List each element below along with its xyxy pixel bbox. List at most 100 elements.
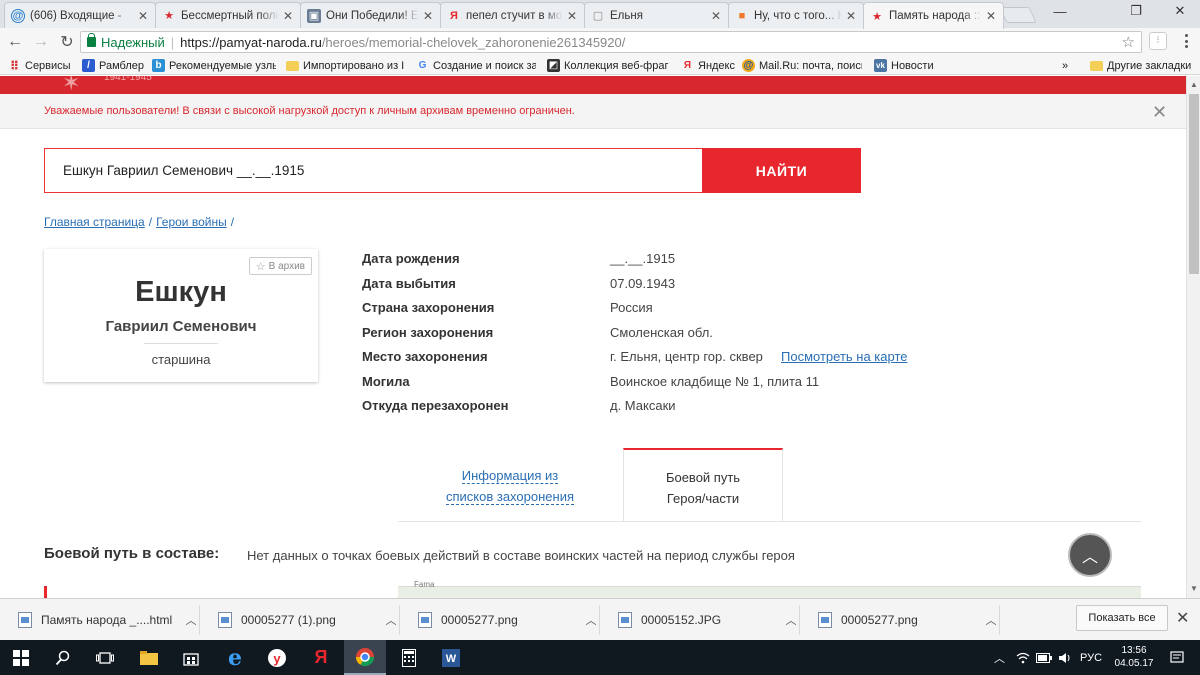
scroll-up-arrow-icon[interactable]: ▲	[1187, 78, 1200, 92]
detail-label: Откуда перезахоронен	[362, 398, 509, 413]
download-item[interactable]: Память народа _....html ︿	[18, 605, 200, 635]
bookmark-news[interactable]: vk Новости	[874, 58, 934, 73]
notifications-icon[interactable]	[1170, 640, 1184, 675]
browser-tab-pamyat-naroda[interactable]: ★ Память народа :: Д ✕	[863, 2, 1004, 29]
scrollbar-thumb[interactable]	[1189, 94, 1199, 274]
windows-taskbar: e y Я W ︿ РУС 13:56 04.05.17	[0, 640, 1200, 675]
image-file-icon	[218, 612, 232, 628]
download-item[interactable]: 00005277.png ︿	[418, 605, 600, 635]
address-bar[interactable]: Надежный | https://pamyat-naroda.ru/hero…	[80, 31, 1142, 53]
file-explorer-icon[interactable]	[128, 640, 170, 675]
chevron-up-icon[interactable]: ︿	[183, 612, 199, 628]
tab-title: Память народа :: Д	[889, 10, 982, 22]
breadcrumb-home[interactable]: Главная страница	[44, 215, 145, 229]
close-icon[interactable]: ✕	[845, 9, 857, 23]
show-hidden-icons[interactable]: ︿	[994, 640, 1005, 675]
browser-tab-immortal-regiment[interactable]: ★ Бессмертный полк ✕	[155, 2, 301, 28]
new-tab-button[interactable]	[999, 7, 1037, 23]
detail-label: Страна захоронения	[362, 300, 495, 315]
back-button[interactable]: ←	[4, 31, 26, 53]
other-bookmarks[interactable]: Другие закладки	[1090, 58, 1191, 73]
download-item[interactable]: 00005277 (1).png ︿	[218, 605, 400, 635]
network-icon[interactable]	[1016, 640, 1030, 675]
bing-icon: b	[152, 59, 165, 72]
close-icon[interactable]: ✕	[566, 9, 578, 23]
task-view-icon[interactable]	[84, 640, 126, 675]
windows-start-icon[interactable]	[0, 640, 42, 675]
tab-combat-path[interactable]: Боевой путь Героя/части	[623, 448, 783, 522]
show-on-map-link[interactable]: Посмотреть на карте	[781, 349, 907, 364]
bookmark-imported-ie[interactable]: Импортировано из IE	[286, 58, 404, 73]
chrome-icon[interactable]	[344, 640, 386, 675]
bookmark-star-icon[interactable]: ☆	[1122, 33, 1135, 51]
bookmark-label: Рекомендуемые узлы	[169, 59, 276, 72]
search-button[interactable]: НАЙТИ	[702, 148, 861, 193]
tab-burial-lists[interactable]: Информация из списков захоронения	[420, 465, 600, 507]
url-host: https://pamyat-naroda.ru	[180, 34, 322, 50]
bookmark-rambler[interactable]: / Рамблер	[82, 58, 144, 73]
search-icon[interactable]	[42, 640, 84, 675]
volume-icon[interactable]	[1058, 640, 1072, 675]
bookmark-yandex[interactable]: Я Яндекс	[681, 58, 735, 73]
bookmark-recommended[interactable]: b Рекомендуемые узлы	[152, 58, 276, 73]
browser-tab-so-what[interactable]: ■ Ну, что с того... Ю ✕	[728, 2, 864, 28]
close-icon[interactable]: ✕	[985, 9, 997, 23]
add-to-archive-button[interactable]: ☆ В архив	[248, 257, 312, 275]
breadcrumb-separator: /	[230, 215, 235, 229]
page-scrollbar[interactable]: ▲ ▼	[1186, 76, 1200, 598]
minimize-button[interactable]: —	[1040, 0, 1080, 22]
scroll-to-top-button[interactable]: ︿	[1068, 533, 1112, 577]
restore-button[interactable]: ❐	[1116, 0, 1156, 22]
chevron-up-icon[interactable]: ︿	[583, 612, 599, 628]
calculator-icon[interactable]	[388, 640, 430, 675]
yandex-browser-icon[interactable]: y	[256, 640, 298, 675]
tab-burial-lists-line1: Информация из	[461, 468, 559, 484]
yandex-icon[interactable]: Я	[300, 640, 342, 675]
extension-icon[interactable]: ⁝	[1149, 32, 1167, 50]
forward-button[interactable]: →	[30, 31, 52, 53]
detail-value: Россия	[610, 300, 653, 315]
browser-tab-they-won[interactable]: ▣ Они Победили! Ел ✕	[300, 2, 441, 28]
site-logo-star-icon[interactable]: ✶	[62, 76, 90, 95]
show-all-downloads-button[interactable]: Показать все	[1076, 605, 1168, 631]
download-item[interactable]: 00005277.png ︿	[818, 605, 1000, 635]
language-indicator[interactable]: РУС	[1080, 640, 1102, 675]
close-icon[interactable]: ✕	[1176, 608, 1189, 628]
detail-value: д. Максаки	[610, 398, 676, 413]
chevron-up-icon[interactable]: ︿	[983, 612, 999, 628]
battery-icon[interactable]	[1036, 640, 1052, 675]
store-icon[interactable]	[170, 640, 212, 675]
close-icon[interactable]: ✕	[422, 9, 434, 23]
breadcrumb-war-heroes[interactable]: Герои войны	[156, 215, 227, 229]
word-icon[interactable]: W	[430, 640, 472, 675]
search-input[interactable]: Ешкун Гавриил Семенович __.__.1915	[44, 148, 702, 193]
close-window-button[interactable]: ✕	[1160, 0, 1200, 22]
scroll-down-arrow-icon[interactable]: ▼	[1187, 582, 1200, 596]
bookmark-mailru[interactable]: @ Mail.Ru: почта, поиск	[742, 58, 862, 73]
download-item[interactable]: 00005152.JPG ︿	[618, 605, 800, 635]
bookmark-services[interactable]: ⠿ Сервисы	[8, 58, 71, 73]
browser-tab-yelnya[interactable]: ▢ Ельня ✕	[584, 2, 729, 28]
breadcrumb: Главная страница / Герои войны /	[44, 215, 238, 229]
reload-button[interactable]: ↻	[56, 31, 78, 53]
map-view[interactable]	[398, 586, 1141, 598]
download-name: 00005277 (1).png	[241, 613, 336, 627]
folder-icon	[286, 60, 299, 71]
bookmarks-overflow-button[interactable]: »	[1062, 58, 1068, 73]
bookmark-google-create[interactable]: G Создание и поиск за	[416, 58, 536, 73]
bookmark-label: Новости	[891, 59, 934, 72]
close-icon[interactable]: ✕	[710, 9, 722, 23]
bookmark-web-slices[interactable]: ◩ Коллекция веб-фраг	[547, 58, 671, 73]
clock[interactable]: 13:56 04.05.17	[1110, 644, 1158, 670]
close-icon[interactable]: ✕	[1152, 102, 1167, 123]
chevron-up-icon[interactable]: ︿	[383, 612, 399, 628]
hero-rank: старшина	[151, 352, 211, 367]
edge-icon[interactable]: e	[214, 640, 256, 675]
close-icon[interactable]: ✕	[282, 9, 294, 23]
close-icon[interactable]: ✕	[137, 9, 149, 23]
browser-tab-inbox[interactable]: @ (606) Входящие - ✕	[4, 2, 156, 28]
detail-label: Дата рождения	[362, 251, 460, 266]
browser-tab-ashes[interactable]: Я пепел стучит в мо ✕	[440, 2, 585, 28]
browser-menu-icon[interactable]	[1178, 33, 1194, 49]
chevron-up-icon[interactable]: ︿	[783, 612, 799, 628]
